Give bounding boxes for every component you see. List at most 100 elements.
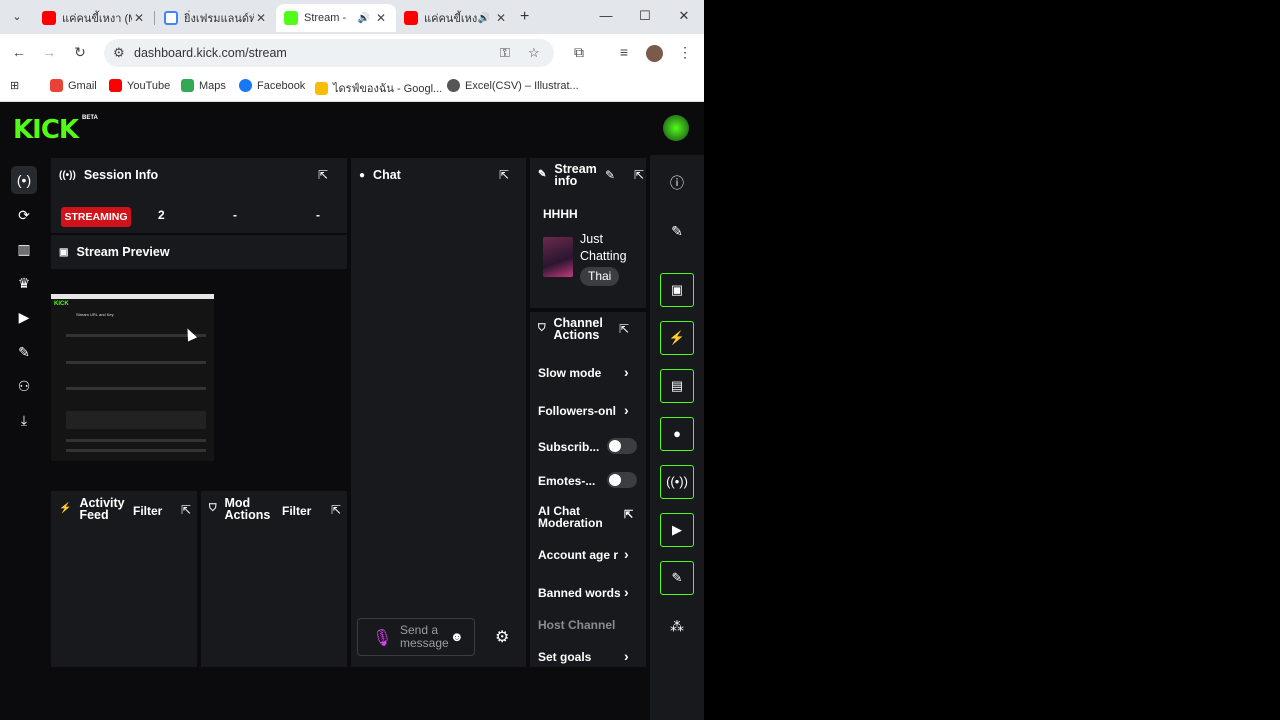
close-window-icon[interactable]: ✕: [674, 8, 694, 24]
microphone-icon[interactable]: 🎙: [372, 628, 392, 648]
new-tab-button[interactable]: +: [520, 8, 529, 26]
tab-1[interactable]: ยิ่งเฟรมแลนด์ทำ ✕: [156, 4, 276, 32]
bookmark-facebook[interactable]: Facebook: [239, 79, 305, 92]
media-control-icon[interactable]: ≡: [615, 44, 633, 60]
link-nav-icon[interactable]: ⟳: [11, 201, 37, 229]
globe-icon: [447, 79, 460, 92]
url-text[interactable]: dashboard.kick.com/stream: [134, 46, 287, 60]
trophy-nav-icon[interactable]: ♛: [11, 269, 37, 297]
banned-words-item[interactable]: Banned words: [538, 586, 620, 600]
filter-button[interactable]: Filter: [133, 504, 162, 518]
analytics-nav-icon[interactable]: ▥: [11, 235, 37, 263]
youtube-favicon-icon: [42, 11, 56, 25]
wrench-nav-icon[interactable]: ✎: [11, 338, 37, 366]
browser-window: ⌄ แค่คนขี้เหงา (M ✕ ยิ่งเฟรมแลนด์ทำ ✕ St…: [0, 0, 704, 720]
chat-panel: ● Chat ⇱: [351, 158, 526, 667]
youtube-favicon-icon: [404, 11, 418, 25]
tab-title: ยิ่งเฟรมแลนด์ทำ: [184, 13, 254, 25]
extensions-icon[interactable]: ⧉: [570, 44, 588, 61]
panel-title: Channel Actions: [553, 316, 603, 342]
preview-toggle-icon[interactable]: ▣: [660, 273, 694, 307]
tab-2-active[interactable]: Stream - 🔊 ✕: [276, 4, 396, 32]
bookmark-drive[interactable]: ไดรฟ์ของฉัน - Googl...: [315, 79, 442, 97]
popout-icon[interactable]: ⇱: [619, 322, 629, 336]
minimize-icon[interactable]: —: [596, 8, 616, 23]
panel-title: Stream info: [554, 162, 597, 188]
bolt-toggle-icon[interactable]: ⚡: [660, 321, 694, 355]
popout-icon[interactable]: ⇱: [331, 503, 341, 517]
forward-icon[interactable]: →: [40, 44, 58, 60]
speaker-icon[interactable]: 🔊: [358, 13, 370, 24]
close-tab-icon[interactable]: ✕: [132, 11, 146, 25]
video-nav-icon[interactable]: ▶: [11, 303, 37, 331]
bookmarks-bar: ⊞ Gmail YouTube Maps Facebook ไดรฟ์ของฉั…: [0, 72, 704, 102]
tab-title: แค่คนขี้เหงา: [424, 13, 478, 25]
followers-only-item[interactable]: Followers-onl: [538, 404, 620, 418]
chevron-right-icon[interactable]: ›: [624, 364, 629, 380]
users-nav-icon[interactable]: ⚇: [11, 372, 37, 400]
chevron-right-icon[interactable]: ›: [624, 546, 629, 562]
bookmark-star-icon[interactable]: ☆: [528, 45, 540, 61]
maximize-icon[interactable]: ☐: [635, 8, 655, 24]
external-link-icon[interactable]: ⇱: [624, 508, 633, 521]
chat-settings-gear-icon[interactable]: ⚙: [495, 627, 509, 647]
edit-pencil-icon[interactable]: ✎: [605, 168, 615, 182]
slow-mode-item[interactable]: Slow mode: [538, 366, 638, 380]
kick-logo[interactable]: KICK: [13, 115, 79, 145]
tab-0[interactable]: แค่คนขี้เหงา (M ✕: [34, 4, 154, 32]
filter-button[interactable]: Filter: [282, 504, 311, 518]
close-tab-icon[interactable]: ✕: [254, 11, 268, 25]
emotes-only-toggle[interactable]: [607, 472, 637, 488]
wrench-toggle-icon[interactable]: ✎: [660, 561, 694, 595]
account-age-item[interactable]: Account age r: [538, 548, 620, 562]
more-widgets-icon[interactable]: ⁂: [660, 609, 694, 643]
panel-title: Chat: [373, 168, 401, 182]
stream-nav-icon[interactable]: (•): [11, 166, 37, 194]
subscribers-only-toggle[interactable]: [607, 438, 637, 454]
password-key-icon[interactable]: ⚿: [500, 45, 510, 61]
profile-avatar[interactable]: [646, 45, 663, 62]
tab-search-icon[interactable]: ⌄: [8, 8, 26, 26]
category-name[interactable]: Just Chatting: [580, 231, 640, 265]
apps-grid-icon[interactable]: ⊞: [10, 79, 19, 92]
back-icon[interactable]: ←: [10, 44, 28, 60]
chevron-right-icon[interactable]: ›: [624, 402, 629, 418]
menu-kebab-icon[interactable]: ⋮: [676, 44, 694, 61]
session-stat-3: -: [316, 208, 320, 222]
download-nav-icon[interactable]: ⤓: [11, 406, 37, 434]
speaker-icon[interactable]: 🔊: [478, 13, 490, 24]
popout-icon[interactable]: ⇱: [499, 168, 509, 182]
info-icon[interactable]: ⓘ: [660, 166, 694, 200]
black-background: [704, 0, 1280, 720]
close-tab-icon[interactable]: ✕: [494, 11, 508, 25]
popout-icon[interactable]: ⇱: [181, 503, 191, 517]
popout-icon[interactable]: ⇱: [634, 168, 644, 182]
omnibox[interactable]: ⚙ dashboard.kick.com/stream ⚿ ☆: [104, 39, 554, 67]
emoji-icon[interactable]: ☻: [450, 629, 464, 644]
user-avatar[interactable]: [663, 115, 689, 141]
site-info-icon[interactable]: ⚙: [113, 45, 125, 61]
beta-badge: BETA: [82, 115, 98, 121]
bookmark-youtube[interactable]: YouTube: [109, 79, 170, 92]
notes-toggle-icon[interactable]: ▤: [660, 369, 694, 403]
chat-input[interactable]: 🎙 Send a message ☻: [357, 618, 475, 656]
popout-icon[interactable]: ⇱: [318, 168, 328, 182]
chevron-right-icon[interactable]: ›: [624, 648, 629, 664]
reload-icon[interactable]: ↻: [71, 44, 89, 61]
chevron-right-icon[interactable]: ›: [624, 584, 629, 600]
ai-chat-moderation-item[interactable]: AI Chat Moderation: [538, 505, 638, 529]
set-goals-item[interactable]: Set goals: [538, 650, 638, 664]
close-tab-icon[interactable]: ✕: [374, 11, 388, 25]
chat-toggle-icon[interactable]: ●: [660, 417, 694, 451]
bookmark-gmail[interactable]: Gmail: [50, 79, 97, 92]
tab-3[interactable]: แค่คนขี้เหงา 🔊 ✕: [396, 4, 516, 32]
edit-pencil-icon[interactable]: ✎: [660, 214, 694, 248]
bookmark-maps[interactable]: Maps: [181, 79, 226, 92]
stream-preview-video[interactable]: KICK Stream URL and Key: [51, 294, 214, 461]
shield-icon: ⛉: [209, 503, 217, 514]
panel-title: Stream Preview: [76, 245, 170, 259]
bookmark-excel[interactable]: Excel(CSV) – Illustrat...: [447, 79, 579, 92]
broadcast-toggle-icon[interactable]: ((•)): [660, 465, 694, 499]
address-bar-row: ← → ↻ ⚙ dashboard.kick.com/stream ⚿ ☆ ⧉ …: [0, 34, 704, 72]
video-toggle-icon[interactable]: ▶: [660, 513, 694, 547]
